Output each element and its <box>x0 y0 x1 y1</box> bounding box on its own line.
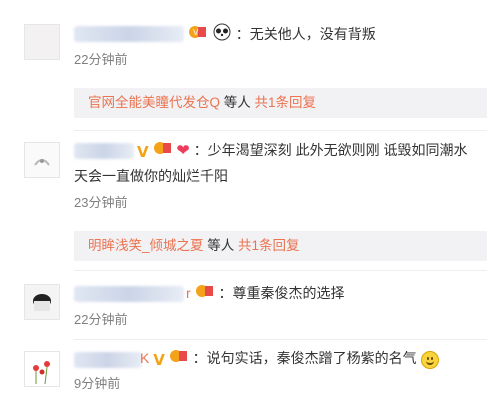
comment-item: V ：无关他人，没有背叛 22分钟前 <box>0 0 487 80</box>
reply-suffix: 等人 <box>220 95 255 110</box>
avatar[interactable] <box>24 284 60 320</box>
username-tail[interactable]: r <box>186 285 191 301</box>
svg-text:V: V <box>193 28 199 37</box>
reply-names-link[interactable]: 明眸浅笑_倾城之夏 <box>88 238 204 253</box>
vip-badge-icon <box>169 347 189 370</box>
reply-summary[interactable]: 明眸浅笑_倾城之夏 等人 共1条回复 <box>74 231 487 261</box>
comment-item: r ：尊重秦俊杰的选择 22分钟前 <box>0 270 487 335</box>
comment-text: ：少年渴望深刻 此外无欲则刚 诋毁如同潮水 <box>193 142 468 159</box>
reply-suffix: 等人 <box>203 238 239 253</box>
reply-count-link[interactable]: 共1条回复 <box>255 95 317 110</box>
username-blurred[interactable] <box>74 352 142 368</box>
comment-text-line: r ：尊重秦俊杰的选择 <box>186 283 344 306</box>
reply-names-link[interactable]: 官网全能美瞳代发仓Q <box>88 95 220 110</box>
reply-count-link[interactable]: 共1条回复 <box>238 238 300 253</box>
panda-icon <box>212 23 232 46</box>
avatar[interactable] <box>24 142 60 178</box>
comment-time: 23分钟前 <box>74 195 128 210</box>
vip-badge-icon: V <box>188 23 208 46</box>
comment-item: K V ：说句实话，秦俊杰蹭了杨紫的名气 9分钟前 <box>0 339 487 401</box>
username-blurred[interactable] <box>74 26 184 42</box>
comment-text-line-2: 天会一直做你的灿烂千阳 <box>74 168 228 184</box>
verified-v-icon: V <box>153 350 165 369</box>
comment-text-line: V ：无关他人，没有背叛 <box>188 23 376 47</box>
username-tail[interactable]: K <box>140 350 149 366</box>
avatar[interactable] <box>24 351 60 387</box>
reply-summary[interactable]: 官网全能美瞳代发仓Q 等人 共1条回复 <box>74 88 487 118</box>
comment-text: ：尊重秦俊杰的选择 <box>218 285 345 302</box>
comment-text-line: K V ：说句实话，秦俊杰蹭了杨紫的名气 <box>140 348 439 371</box>
verified-v-icon: V <box>137 142 149 161</box>
heart-icon: ❤ <box>176 142 190 160</box>
comment-time: 22分钟前 <box>74 312 128 327</box>
comment-text: ：说句实话，秦俊杰蹭了杨紫的名气 <box>192 350 417 367</box>
comment-time: 22分钟前 <box>74 52 128 67</box>
smile-icon <box>420 350 439 369</box>
vip-badge-icon <box>153 139 173 162</box>
vip-badge-icon <box>195 282 215 305</box>
avatar[interactable] <box>24 24 60 60</box>
username-blurred[interactable] <box>74 286 184 302</box>
comment-text: ：无关他人，没有背叛 <box>235 26 376 43</box>
comment-time: 9分钟前 <box>74 376 121 391</box>
username-blurred[interactable] <box>74 143 134 159</box>
comment-text-line: V ❤ ：少年渴望深刻 此外无欲则刚 诋毁如同潮水 <box>137 140 467 163</box>
